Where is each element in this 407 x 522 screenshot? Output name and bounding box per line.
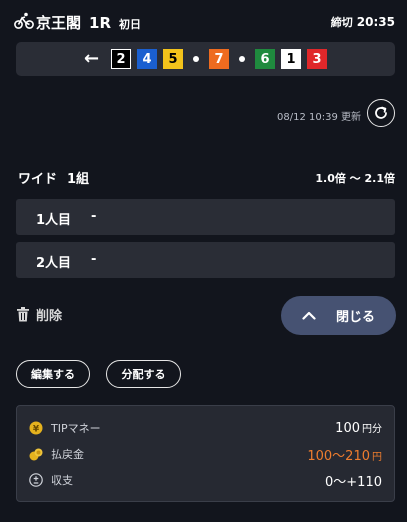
venue-name: 京王閣 — [36, 14, 82, 32]
refresh-icon — [375, 106, 387, 119]
lineup-bar: ← 2 4 5 7 6 1 3 — [16, 42, 395, 76]
close-label: 閉じる — [335, 310, 375, 325]
race-title: 京王閣 1R 初日 — [36, 12, 141, 33]
summary-panel: ¥ TIPマネー 100 円分 払戻金 100～210 円 収支 0～+110 — [16, 405, 395, 502]
balance-value: 0～+110 — [325, 474, 382, 490]
money-bag-icon — [29, 448, 43, 461]
close-button[interactable]: 閉じる — [281, 296, 396, 335]
bike-number: 3 — [307, 49, 328, 69]
tip-unit: 円分 — [362, 424, 382, 435]
distribute-button[interactable]: 分配する — [106, 360, 181, 388]
bike-number: 5 — [163, 49, 184, 69]
bicycle-icon — [14, 12, 34, 29]
deadline-time: 20:35 — [356, 15, 395, 29]
direction-arrow-icon: ← — [83, 48, 100, 69]
line-separator-dot — [239, 56, 246, 62]
race-day: 初日 — [119, 18, 142, 31]
payout-label: 払戻金 — [51, 448, 84, 461]
balance-row: 収支 0～+110 — [29, 470, 382, 490]
pick-row-1[interactable]: 1人目 - — [16, 199, 395, 235]
pick-label: 1人目 — [36, 213, 72, 228]
bet-count: 1組 — [67, 172, 90, 187]
trash-icon — [17, 307, 29, 322]
tip-label: TIPマネー — [51, 422, 101, 435]
payout-unit: 円 — [372, 451, 382, 463]
race-number: 1R — [89, 14, 112, 32]
last-updated: 08/12 10:39 更新 — [277, 112, 361, 123]
yen-coin-icon: ¥ — [29, 421, 43, 435]
chevron-up-icon — [302, 311, 316, 320]
deadline-label: 締切 — [330, 16, 353, 29]
bike-number: 2 — [111, 49, 132, 69]
odds-range: 1.0倍 ～ 2.1倍 — [315, 172, 395, 185]
tip-amount: 100 — [335, 421, 360, 436]
bet-type-label: ワイド — [18, 172, 58, 187]
tip-money-row: ¥ TIPマネー 100 円分 — [29, 418, 382, 438]
bike-number: 1 — [281, 49, 302, 69]
tip-value: 100 円分 — [335, 420, 382, 436]
pick-label: 2人目 — [36, 256, 72, 271]
plus-minus-icon — [29, 473, 43, 487]
delete-label: 削除 — [36, 309, 63, 324]
pick-row-2[interactable]: 2人目 - — [16, 242, 395, 278]
payout-value: 100～210 円 — [307, 445, 382, 464]
bet-type: ワイド 1組 — [18, 168, 89, 187]
pick-value: - — [91, 252, 97, 267]
balance-label: 収支 — [51, 474, 73, 487]
svg-text:¥: ¥ — [33, 425, 40, 435]
payout-amount: 100～210 — [307, 448, 370, 464]
deadline: 締切 20:35 — [331, 14, 395, 30]
payout-row: 払戻金 100～210 円 — [29, 444, 382, 464]
bike-number: 4 — [137, 49, 158, 69]
line-separator-dot — [193, 56, 200, 62]
delete-button[interactable]: 削除 — [16, 305, 62, 324]
pick-value: - — [91, 209, 97, 224]
refresh-button[interactable] — [367, 99, 395, 127]
edit-button[interactable]: 編集する — [16, 360, 90, 388]
bike-number: 7 — [209, 49, 230, 69]
bike-number: 6 — [255, 49, 276, 69]
